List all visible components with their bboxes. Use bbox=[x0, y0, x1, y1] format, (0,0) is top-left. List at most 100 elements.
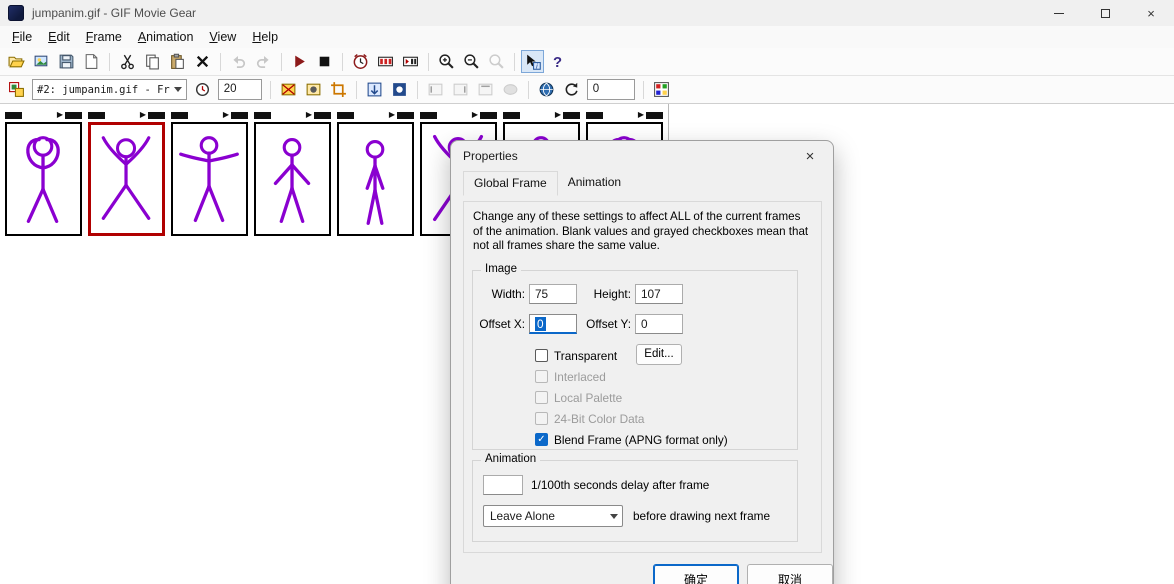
frame-marker-icon: ▶ bbox=[555, 110, 561, 120]
checkbox-24-bit-color-data[interactable]: 24-Bit Color Data bbox=[535, 408, 728, 429]
filmstrip-cell: ▶ bbox=[254, 110, 331, 236]
frame-marker-icon: ▶ bbox=[57, 110, 63, 120]
frame-thumbnail-4[interactable] bbox=[254, 122, 331, 236]
transparency-icon[interactable] bbox=[277, 78, 300, 101]
paste-icon[interactable] bbox=[166, 50, 189, 73]
menu-view[interactable]: View bbox=[201, 28, 244, 46]
menu-animation[interactable]: Animation bbox=[130, 28, 202, 46]
offset-y-input[interactable]: 0 bbox=[635, 314, 683, 334]
sprocket-bar bbox=[420, 112, 437, 119]
sprocket-bar bbox=[563, 112, 580, 119]
frame-thumbnail-3[interactable] bbox=[171, 122, 248, 236]
toolbar-separator bbox=[514, 53, 515, 71]
offset-x-input[interactable]: 0 bbox=[529, 314, 577, 334]
frame-delay-field[interactable] bbox=[483, 475, 523, 495]
filmstrip-play-icon[interactable] bbox=[399, 50, 422, 73]
preview-browser-icon[interactable] bbox=[535, 78, 558, 101]
preview-timing-icon[interactable] bbox=[349, 50, 372, 73]
menu-help[interactable]: Help bbox=[244, 28, 286, 46]
offset-x-label: Offset X: bbox=[475, 317, 525, 331]
tab-global-frame[interactable]: Global Frame bbox=[463, 171, 558, 196]
image-group-legend: Image bbox=[481, 263, 521, 275]
play-animation-icon[interactable] bbox=[288, 50, 311, 73]
tab-animation[interactable]: Animation bbox=[558, 171, 631, 196]
frame-marker-icon: ▶ bbox=[140, 110, 146, 120]
close-button[interactable]: × bbox=[1128, 0, 1174, 26]
crop-icon[interactable] bbox=[327, 78, 350, 101]
pointer-info-icon[interactable]: i bbox=[521, 50, 544, 73]
dialog-title: Properties bbox=[463, 149, 518, 163]
center-frame-icon[interactable] bbox=[388, 78, 411, 101]
frame-thumbnail-1[interactable] bbox=[5, 122, 82, 236]
import-image-icon[interactable] bbox=[30, 50, 53, 73]
delete-frame-icon[interactable] bbox=[191, 50, 214, 73]
sprocket-row: ▶ bbox=[420, 110, 497, 120]
frame-marker-icon: ▶ bbox=[389, 110, 395, 120]
maximize-button[interactable] bbox=[1082, 0, 1128, 26]
unchecked-checkbox-icon[interactable] bbox=[535, 370, 548, 383]
toolbar-separator bbox=[417, 81, 418, 99]
menu-file[interactable]: File bbox=[4, 28, 40, 46]
frame-delay-icon[interactable] bbox=[191, 78, 214, 101]
align-right-icon[interactable] bbox=[449, 78, 472, 101]
minimize-button[interactable] bbox=[1036, 0, 1082, 26]
filmstrip-red-icon[interactable] bbox=[374, 50, 397, 73]
filmstrip-cell: ▶ bbox=[5, 110, 82, 236]
disposal-label: before drawing next frame bbox=[633, 509, 793, 523]
filmstrip-cell: ▶ bbox=[337, 110, 414, 236]
zoom-out-icon[interactable] bbox=[460, 50, 483, 73]
width-input[interactable]: 75 bbox=[529, 284, 577, 304]
frame-delay-input[interactable]: 20 bbox=[218, 79, 262, 100]
sprocket-bar bbox=[5, 112, 22, 119]
zoom-reset-icon[interactable] bbox=[485, 50, 508, 73]
move-frame-icon[interactable] bbox=[363, 78, 386, 101]
mask-icon[interactable] bbox=[302, 78, 325, 101]
new-document-icon[interactable] bbox=[80, 50, 103, 73]
disposal-select[interactable]: Leave Alone bbox=[483, 505, 623, 527]
palette-editor-icon[interactable] bbox=[650, 78, 673, 101]
cancel-button[interactable]: 取消 bbox=[747, 564, 833, 584]
sprocket-bar bbox=[88, 112, 105, 119]
checkbox-blend-frame-apng-format-only[interactable]: ✓Blend Frame (APNG format only) bbox=[535, 429, 728, 450]
checkbox-label: Transparent bbox=[554, 349, 617, 363]
zoom-in-icon[interactable] bbox=[435, 50, 458, 73]
edit-transparency-button[interactable]: Edit... bbox=[636, 344, 682, 365]
checked-checkbox-icon[interactable]: ✓ bbox=[535, 433, 548, 446]
undo-icon[interactable] bbox=[227, 50, 250, 73]
open-file-icon[interactable] bbox=[5, 50, 28, 73]
align-top-icon[interactable] bbox=[474, 78, 497, 101]
frame-marker-icon: ▶ bbox=[638, 110, 644, 120]
frame-selector-value: #2: jumpanim.gif - Fr bbox=[37, 84, 170, 96]
ok-button[interactable]: 确定 bbox=[653, 564, 739, 584]
loop-count-input[interactable]: 0 bbox=[587, 79, 635, 100]
height-input[interactable]: 107 bbox=[635, 284, 683, 304]
copy-icon[interactable] bbox=[141, 50, 164, 73]
checkbox-local-palette[interactable]: Local Palette bbox=[535, 387, 728, 408]
frame-marker-icon: ▶ bbox=[472, 110, 478, 120]
save-icon[interactable] bbox=[55, 50, 78, 73]
checkbox-transparent[interactable]: Transparent bbox=[535, 345, 728, 366]
stop-animation-icon[interactable] bbox=[313, 50, 336, 73]
frame-thumbnail-5[interactable] bbox=[337, 122, 414, 236]
frame-properties-icon[interactable] bbox=[5, 78, 28, 101]
unchecked-checkbox-icon[interactable] bbox=[535, 391, 548, 404]
frame-thumbnail-2[interactable] bbox=[88, 122, 165, 236]
offset-x-selected-text: 0 bbox=[535, 317, 546, 331]
menu-frame[interactable]: Frame bbox=[78, 28, 130, 46]
align-left-icon[interactable] bbox=[424, 78, 447, 101]
frame-marker-icon: ▶ bbox=[223, 110, 229, 120]
help-icon[interactable]: ? bbox=[546, 50, 569, 73]
loop-count-icon[interactable] bbox=[560, 78, 583, 101]
frame-selector[interactable]: #2: jumpanim.gif - Fr bbox=[32, 79, 187, 100]
flatten-icon[interactable] bbox=[499, 78, 522, 101]
checkbox-interlaced[interactable]: Interlaced bbox=[535, 366, 728, 387]
sprocket-bar bbox=[480, 112, 497, 119]
dialog-close-icon[interactable]: × bbox=[799, 148, 821, 165]
redo-icon[interactable] bbox=[252, 50, 275, 73]
unchecked-checkbox-icon[interactable] bbox=[535, 349, 548, 362]
unchecked-checkbox-icon[interactable] bbox=[535, 412, 548, 425]
toolbar-separator bbox=[356, 81, 357, 99]
menu-edit[interactable]: Edit bbox=[40, 28, 78, 46]
cut-icon[interactable] bbox=[116, 50, 139, 73]
checkbox-label: Interlaced bbox=[554, 370, 606, 384]
